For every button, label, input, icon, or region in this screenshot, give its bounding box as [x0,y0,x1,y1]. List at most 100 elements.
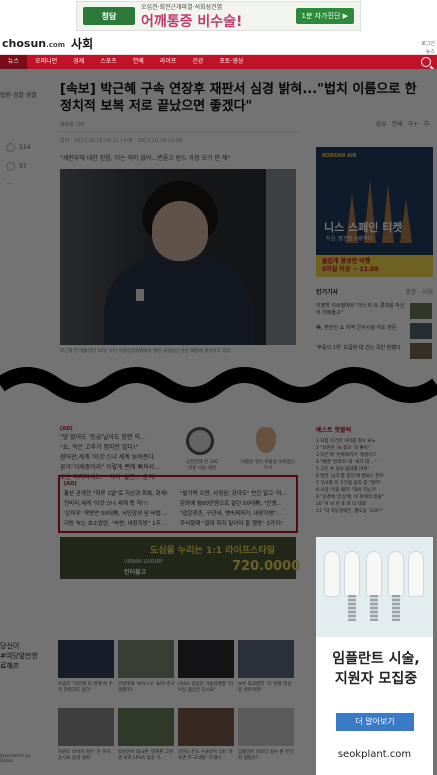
grid-caption[interactable]: (속보) 김동연 기술유명합 "더 이상 협상은 다시요" [178,682,236,694]
travel-ad-strip: 즐겁게 풍성한 여행 5마일 이상 ~ 11.05 [316,255,433,277]
font-larger-button[interactable]: 가+ [408,119,419,128]
sponsored-by[interactable]: Sponsored by Dable [0,754,31,764]
ad-link[interactable]: 지방 녹는 호소법련, "숙변, 내장지방" 1주... [64,519,176,529]
grid-thumb[interactable] [238,640,294,678]
nav-item-health[interactable]: 건강 [184,55,211,69]
site-logo[interactable]: chosun.com [2,37,65,50]
print-button[interactable]: 인쇄 [392,119,403,128]
travel-ad-sub: 지금, 발견을 사랑하다 [326,236,373,242]
section-title[interactable]: 사회 [71,35,93,52]
popular-item[interactable]: '무등의 1위' 보급판 대 건는 국민 원했다 [316,345,406,352]
grid-caption[interactable]: 안반대에 '보이스오' 8/하 주거 생활미? [118,682,176,694]
grid-thumb[interactable] [58,708,114,746]
top-banner-ad[interactable]: 청담 오십견·회전근개파열·석회성건염 어깨통증 비수술! 1분 자가진단 ▶ [0,0,437,33]
hot-item[interactable]: 3 자은'여 '반복찌꺼기' 해결이드 [316,452,433,459]
popular-thumb[interactable] [410,323,432,339]
grid-thumb[interactable] [178,708,234,746]
top-ad-cta-button[interactable]: 1분 자가진단 ▶ [295,8,354,24]
travel-ad-title: 니스 스페인 티켓 [324,221,403,234]
watch-image[interactable] [186,427,214,455]
photo-caption: 박근혜 전 대통령이 16일 오전 서울중앙지법에서 열린 국정농단 관련 재판… [60,349,232,354]
learn-more-button[interactable]: 더 알아보기 [336,713,414,731]
article-photo [60,169,296,345]
ad-link[interactable]: 통산 관계전 "하루 1알"로 자산과 회복, 화제! [64,489,176,499]
implant-ad[interactable]: 임플란트 시술, 지원자 모집중 더 알아보기 seokplant.com [316,537,433,775]
popular-thumb[interactable] [410,303,432,319]
more-share[interactable]: ··· [6,181,30,188]
popular-item[interactable]: 이영학 이씨딸에서 "어느리 속 경과를 자신이 리에들고" [316,303,406,317]
hot-item[interactable]: 8 시양 '마을 때리' '대비 지능기' [316,487,433,494]
grid-caption[interactable]: (단독) 은도 수술만이 5번 '자 포면 주-고색방' 흐레이 [178,750,236,762]
popular-item[interactable]: 美, 흔진인 쇼 지역 군사시설 지도 만든 [316,325,406,332]
ad-link[interactable]: 주식할때 "절대 하지 말아야 할 행동" 3가지! [180,519,292,529]
grid-caption[interactable]: 트럼프 "북한에 또 변해 북 주목 전략지도 있다" [58,682,116,694]
hot-item[interactable]: 4 "배명 '반복리' 대 '세기 대'..." [316,459,433,466]
article-headline: [속보] 박근혜 구속 연장후 재판서 심경 밝혀..."법치 이름으로 한 정… [60,82,417,114]
social-share-bar: 114 57 ··· [6,143,30,188]
grid-caption[interactable]: 임플란트 비유다 실수 원 부간치 행동은? [238,750,296,762]
top-ad-headline: 어깨통증 비수술! [141,13,243,30]
banner-tagline: URBAN LUXURY [124,559,163,565]
hot-item[interactable]: 7 '2시절 이 구간을 몸의 몸 "알려" [316,480,433,487]
grid-thumb[interactable] [58,640,114,678]
grid-caption[interactable]: 지원도 보이지 않은 '순 하기 끝시로 잡게 세바' [58,750,116,762]
banner-price: 720.0000 [232,559,301,574]
hot-item[interactable]: 6 발연 '금고'를 봉다'에 발표는 본자 [316,473,433,480]
nav-item-sports[interactable]: 스포츠 [92,55,125,69]
hot-item[interactable]: 9 "운경에 '전심'에, 비 원에의 함을" [316,494,433,501]
nav-item-entertainment[interactable]: 연예 [125,55,152,69]
nav-item-opinion[interactable]: 오피니언 [27,55,65,69]
travel-ad[interactable]: KOREAN AIR 니스 스페인 티켓 지금, 발견을 사랑하다 즐겁게 풍성… [316,147,433,277]
ad-link[interactable]: 점어관,세계 '이것'스냐 세계 보여준다. [60,453,180,463]
nav-item-life[interactable]: 라이프 [152,55,185,69]
facebook-icon [6,143,15,152]
nav-item-news[interactable]: 뉴스 [0,55,28,69]
ad-link[interactable]: "잡은망존, 구관내, 뱃속찌꺼기, 내장지방"... [180,509,292,519]
grid-caption[interactable]: 보수 외교발전 "초 한렬 대선 몫 위주의대" [238,682,296,694]
product-image[interactable] [256,427,276,453]
banner-headline: 도심을 누리는 1:1 라이프스타일 [150,546,275,556]
grid-thumb[interactable] [118,708,174,746]
hot-item[interactable]: 10 '허 비 진 표 로 더 대표' [316,501,433,508]
ad-link[interactable]: "땀 많아도 '등급'날아도 장면 허... [60,433,180,443]
grid-thumb[interactable] [118,640,174,678]
highlighted-ad-box: [AD] 통산 관계전 "하루 1알"로 자산과 회복, 화제! 천비리,세계 … [58,475,298,533]
ad-link[interactable]: "발가락 으면, 사정완, 강아도" 반간 알고 '어... [180,489,292,499]
grid-caption[interactable]: 박성현이 태극본 '언제판 고진영 바로 LPGA 성공 가...' [118,750,176,762]
header-util-links[interactable]: 로그인 뉴스 [421,40,435,56]
popular-articles: 인기기사 종합 · 사회 이영학 이씨딸에서 "어느리 속 경과를 자신이 리에들… [316,287,433,359]
font-smaller-button[interactable]: 가- [423,119,431,128]
grid-thumb[interactable] [238,708,294,746]
realestate-banner-ad[interactable]: 도심을 누리는 1:1 라이프스타일 URBAN LUXURY 인터불고 720… [60,537,300,579]
breadcrumb[interactable]: 법원·검찰·경찰 [0,90,37,99]
top-ad-box[interactable]: 청담 오십견·회전근개파열·석회성건염 어깨통증 비수술! 1분 자가진단 ▶ [76,1,361,31]
twitter-share[interactable]: 57 [6,162,30,171]
facebook-share[interactable]: 114 [6,143,30,152]
ad-link[interactable]: 꿈극"거래중이라" 이렇게 뻔해 빠져서... [60,463,180,473]
hot-item[interactable]: 2 "모찬한 '씨 청소' 의 좋이" [316,445,433,452]
ad-link[interactable]: "쇼, 작은 고추가 맵지만 많다!" [60,443,180,453]
implant-ad-url[interactable]: seokplant.com [316,749,433,760]
nav-item-economy[interactable]: 경제 [65,55,92,69]
ad-link[interactable]: 천비리,세계 '이것'스나 세계 몫 작!!! [64,499,176,509]
search-icon[interactable] [421,57,431,67]
article-byline[interactable]: 유창욱 기자 [60,121,85,128]
banner-brand: 인터불고 [124,569,147,576]
travel-ad-brand: KOREAN AIR [322,153,357,159]
watch-caption[interactable]: 공정연세 천 200만원 나눔 세일 [184,459,220,471]
article-tools: 공유 인쇄 가+ 가- [376,119,431,128]
popular-tabs[interactable]: 종합 · 사회 [405,287,433,296]
hot-item[interactable]: 5 고은 손 실모 빛내를 바로" [316,466,433,473]
red-box-left-col: 통산 관계전 "하루 1알"로 자산과 회복, 화제! 천비리,세계 '이것'스… [64,489,176,529]
ad-link[interactable]: 은퇴에 월80만원으로 살던 50대男, "인생... [180,499,292,509]
ad-link[interactable]: '은마우' 약방만 50대男, 서민감성 된 비법... [64,509,176,519]
share-button[interactable]: 공유 [376,119,387,128]
nav-item-photo[interactable]: 포토·영상 [211,55,251,69]
grid-thumb[interactable] [178,640,234,678]
article-timestamp: 입력 : 2017.10.16 10:12 | 수정 : 2017.10.16 … [60,138,183,144]
hot-item[interactable]: 11 "처 자동정력은, 웹도움 '오요'!" [316,508,433,515]
product-caption[interactable]: 비틀린 결린 목통증 바로잡는 주사 [240,459,296,471]
top-ad-logo: 청담 [83,7,135,25]
popular-thumb[interactable] [410,343,432,359]
hot-item[interactable]: 1 처칩 신기한 거미를 알수 되노 [316,438,433,445]
